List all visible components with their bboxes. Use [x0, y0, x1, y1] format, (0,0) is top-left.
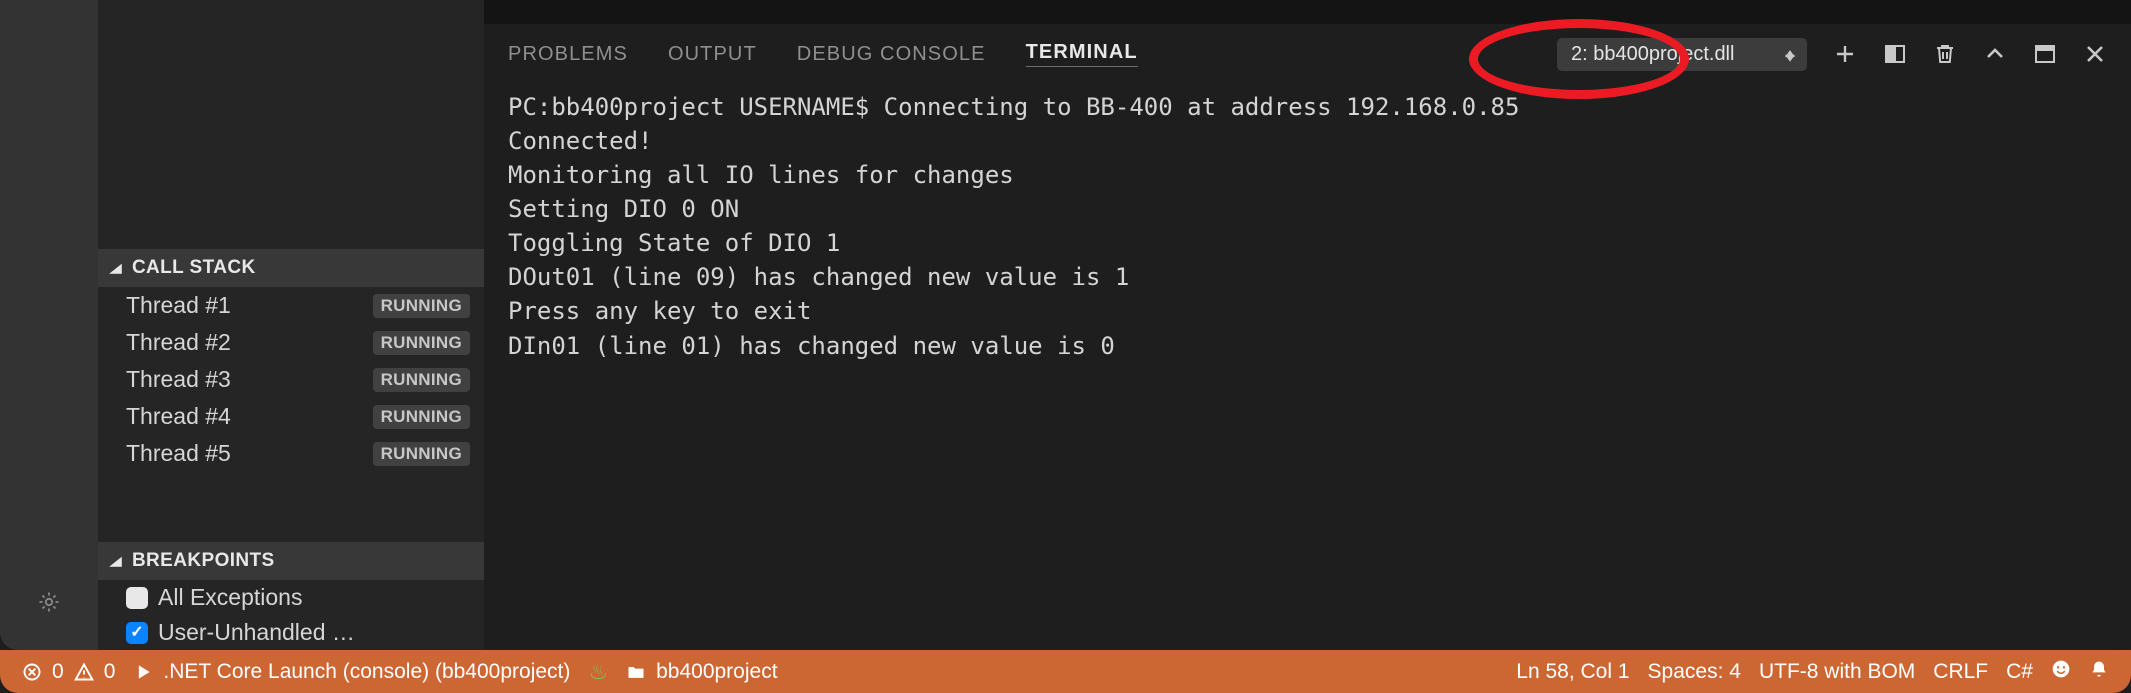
- callstack-row[interactable]: Thread #5 RUNNING: [98, 435, 484, 472]
- terminal-select-label: 2: bb400project.dll: [1571, 43, 1734, 65]
- app-root: ◢ CALL STACK Thread #1 RUNNING Thread #2…: [0, 0, 2131, 650]
- split-icon[interactable]: [1883, 42, 1907, 66]
- breakpoint-row[interactable]: ✓ User-Unhandled …: [98, 615, 484, 650]
- tab-output[interactable]: OUTPUT: [668, 43, 757, 66]
- status-indent[interactable]: Spaces: 4: [1648, 660, 1741, 684]
- checkbox-unchecked-icon[interactable]: [126, 587, 148, 609]
- callstack-row[interactable]: Thread #2 RUNNING: [98, 324, 484, 361]
- terminal-line: Press any key to exit: [508, 297, 811, 325]
- plus-icon[interactable]: [1833, 42, 1857, 66]
- activity-bar: [0, 0, 98, 650]
- flame-icon[interactable]: ♨: [588, 659, 608, 685]
- status-encoding[interactable]: UTF-8 with BOM: [1759, 660, 1915, 684]
- gear-icon[interactable]: [37, 590, 61, 614]
- thread-label: Thread #2: [126, 329, 231, 356]
- status-launch[interactable]: .NET Core Launch (console) (bb400project…: [133, 660, 570, 684]
- maximize-icon[interactable]: [2033, 42, 2057, 66]
- play-icon: [133, 662, 153, 682]
- thread-label: Thread #5: [126, 440, 231, 467]
- terminal-line: Monitoring all IO lines for changes: [508, 161, 1014, 189]
- terminal-output[interactable]: PC:bb400project USERNAME$ Connecting to …: [484, 84, 2131, 650]
- error-icon: [22, 662, 42, 682]
- bell-icon[interactable]: [2089, 659, 2109, 685]
- thread-state-badge: RUNNING: [373, 442, 470, 466]
- tab-debug-console[interactable]: DEBUG CONSOLE: [797, 43, 986, 66]
- thread-state-badge: RUNNING: [373, 331, 470, 355]
- feedback-icon[interactable]: [2051, 659, 2071, 685]
- status-errors[interactable]: 0 0: [22, 660, 115, 684]
- breakpoints-title: BREAKPOINTS: [132, 550, 275, 572]
- status-cursor[interactable]: Ln 58, Col 1: [1516, 660, 1629, 684]
- debug-side-panel: ◢ CALL STACK Thread #1 RUNNING Thread #2…: [98, 0, 484, 650]
- tab-problems[interactable]: PROBLEMS: [508, 43, 628, 66]
- chevron-down-icon: ◢: [110, 261, 122, 275]
- chevron-up-icon[interactable]: [1983, 42, 2007, 66]
- callstack-row[interactable]: Thread #1 RUNNING: [98, 287, 484, 324]
- panel-area: PROBLEMS OUTPUT DEBUG CONSOLE TERMINAL 2…: [484, 0, 2131, 650]
- trash-icon[interactable]: [1933, 42, 1957, 66]
- thread-state-badge: RUNNING: [373, 294, 470, 318]
- terminal-line: DOut01 (line 09) has changed new value i…: [508, 263, 1129, 291]
- thread-label: Thread #3: [126, 366, 231, 393]
- error-count: 0: [52, 660, 64, 684]
- panel-tools: 2: bb400project.dll: [1557, 38, 2107, 71]
- thread-state-badge: RUNNING: [373, 405, 470, 429]
- terminal-line: PC:bb400project USERNAME$ Connecting to …: [508, 93, 1519, 121]
- breakpoint-label: User-Unhandled …: [158, 619, 355, 646]
- callstack-title: CALL STACK: [132, 257, 256, 279]
- status-lang[interactable]: C#: [2006, 660, 2033, 684]
- panel-tabs: PROBLEMS OUTPUT DEBUG CONSOLE TERMINAL 2…: [484, 24, 2131, 84]
- project-label: bb400project: [656, 660, 777, 684]
- checkbox-checked-icon[interactable]: ✓: [126, 622, 148, 644]
- breakpoints-header[interactable]: ◢ BREAKPOINTS: [98, 542, 484, 580]
- folder-icon: [626, 662, 646, 682]
- launch-label: .NET Core Launch (console) (bb400project…: [163, 660, 570, 684]
- chevron-down-icon: ◢: [110, 554, 122, 568]
- terminal-line: Connected!: [508, 127, 653, 155]
- warning-icon: [74, 662, 94, 682]
- callstack-row[interactable]: Thread #3 RUNNING: [98, 361, 484, 398]
- terminal-line: DIn01 (line 01) has changed new value is…: [508, 332, 1115, 360]
- status-bar: 0 0 .NET Core Launch (console) (bb400pro…: [0, 650, 2131, 693]
- thread-state-badge: RUNNING: [373, 368, 470, 392]
- breakpoint-row[interactable]: All Exceptions: [98, 580, 484, 615]
- breakpoint-label: All Exceptions: [158, 584, 302, 611]
- editor-gap: [484, 0, 2131, 24]
- terminal-select[interactable]: 2: bb400project.dll: [1557, 38, 1807, 71]
- thread-label: Thread #1: [126, 292, 231, 319]
- terminal-line: Setting DIO 0 ON: [508, 195, 739, 223]
- status-project[interactable]: bb400project: [626, 660, 777, 684]
- thread-label: Thread #4: [126, 403, 231, 430]
- status-eol[interactable]: CRLF: [1933, 660, 1988, 684]
- warning-count: 0: [104, 660, 116, 684]
- callstack-row[interactable]: Thread #4 RUNNING: [98, 398, 484, 435]
- terminal-line: Toggling State of DIO 1: [508, 229, 840, 257]
- tab-terminal[interactable]: TERMINAL: [1026, 41, 1138, 67]
- callstack-header[interactable]: ◢ CALL STACK: [98, 249, 484, 287]
- close-icon[interactable]: [2083, 42, 2107, 66]
